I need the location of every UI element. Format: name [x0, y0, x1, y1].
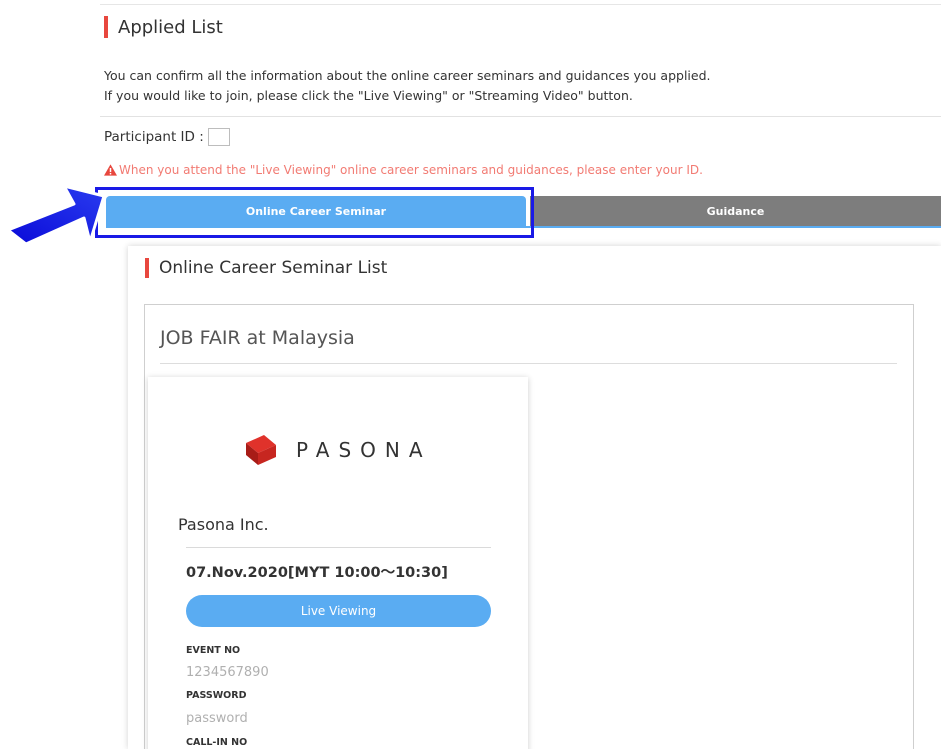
page-title-text: Applied List — [118, 16, 223, 38]
password-value: password — [186, 711, 248, 726]
tab-highlight-box — [95, 187, 534, 238]
live-viewing-button[interactable]: Live Viewing — [186, 595, 491, 627]
event-box: JOB FAIR at Malaysia PASONA Pasona Inc. … — [144, 304, 914, 749]
page-title: Applied List — [104, 16, 223, 38]
event-no-label: EVENT NO — [186, 645, 241, 656]
participant-id-label: Participant ID : — [104, 129, 204, 145]
seminar-list-title-text: Online Career Seminar List — [159, 258, 388, 278]
participant-id-row: Participant ID : — [104, 128, 230, 146]
intro-divider — [100, 116, 941, 117]
logo-wordmark: PASONA — [296, 438, 432, 462]
event-divider — [160, 363, 897, 364]
intro-text: You can confirm all the information abou… — [104, 66, 711, 106]
call-in-no-label: CALL-IN NO — [186, 737, 248, 748]
password-label: PASSWORD — [186, 690, 247, 701]
pasona-logo-icon — [246, 435, 276, 465]
participant-id-input[interactable] — [207, 128, 230, 146]
warning-text: When you attend the "Live Viewing" onlin… — [119, 163, 703, 177]
arrow-pointer-icon — [6, 184, 106, 246]
warning-icon — [104, 164, 117, 176]
seminar-list-title: Online Career Seminar List — [145, 258, 387, 278]
company-logo: PASONA — [244, 433, 432, 467]
tab-guidance[interactable]: Guidance — [530, 196, 941, 226]
company-card: PASONA Pasona Inc. 07.Nov.2020[MYT 10:00… — [148, 377, 528, 749]
intro-line-2: If you would like to join, please click … — [104, 88, 633, 103]
event-title: JOB FAIR at Malaysia — [160, 327, 355, 349]
seminar-list-panel: Online Career Seminar List JOB FAIR at M… — [128, 246, 941, 749]
seminar-datetime: 07.Nov.2020[MYT 10:00～10:30] — [186, 565, 448, 581]
company-name: Pasona Inc. — [178, 515, 269, 534]
top-divider — [100, 4, 941, 5]
intro-line-1: You can confirm all the information abou… — [104, 68, 711, 83]
company-divider — [186, 547, 491, 548]
list-title-accent-bar — [145, 258, 149, 278]
event-no-value: 1234567890 — [186, 665, 269, 680]
id-warning: When you attend the "Live Viewing" onlin… — [104, 163, 703, 177]
title-accent-bar — [104, 16, 108, 38]
